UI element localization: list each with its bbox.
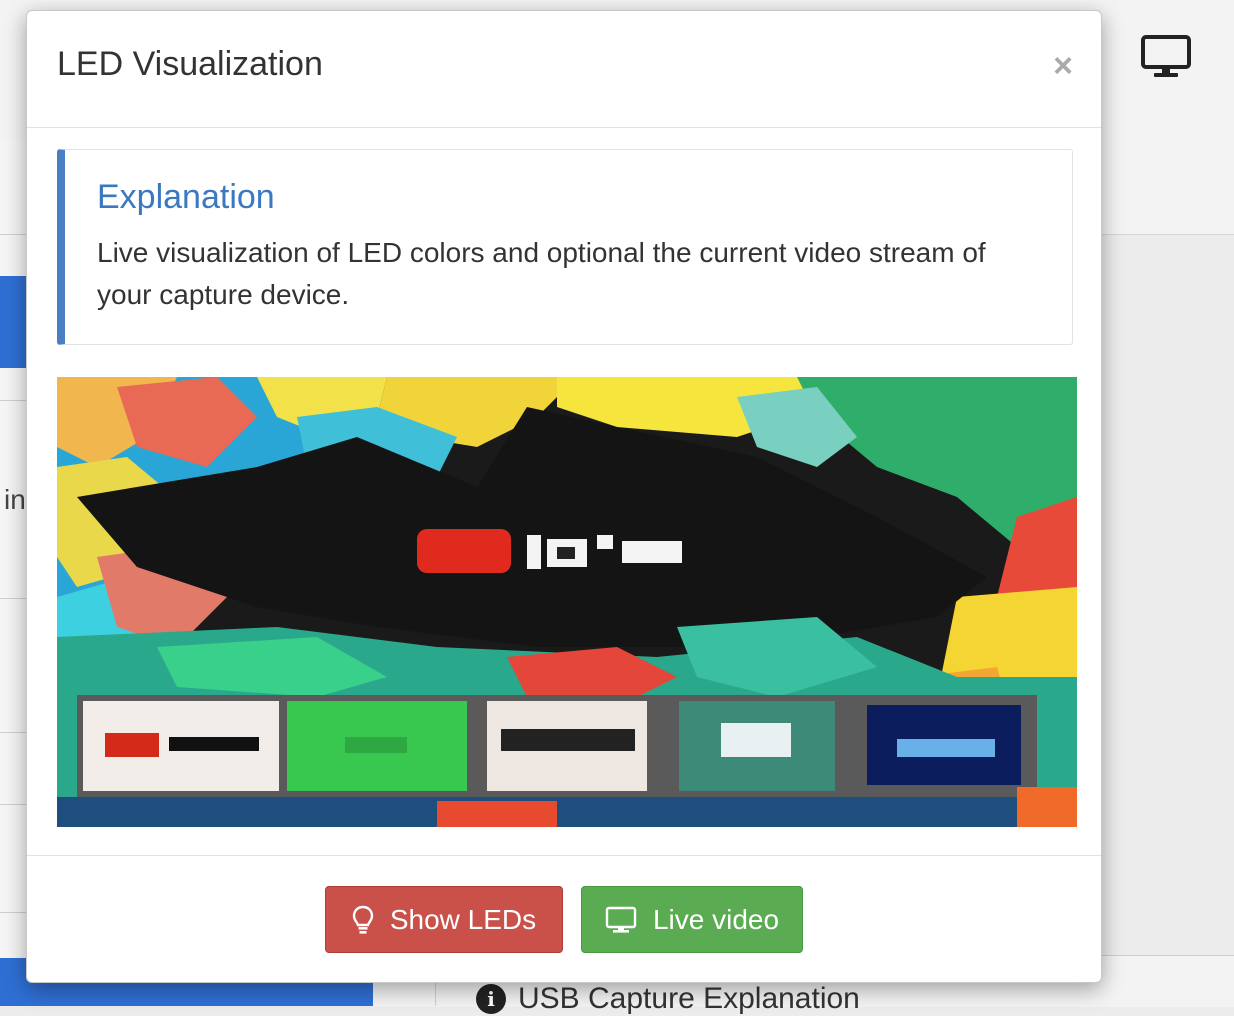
page-left-strip	[0, 140, 28, 1006]
modal-header: LED Visualization ×	[27, 11, 1101, 128]
page-right-panel	[1100, 140, 1234, 235]
page-divider	[0, 598, 28, 599]
info-circle-icon: i	[476, 984, 506, 1014]
usb-capture-explanation-title: USB Capture Explanation	[518, 982, 860, 1015]
led-visualization-modal: LED Visualization × Explanation Live vis…	[26, 10, 1102, 983]
modal-footer: Show LEDs Live video	[27, 855, 1101, 982]
show-leds-button[interactable]: Show LEDs	[325, 886, 563, 953]
page-divider	[0, 400, 28, 401]
explanation-text: Live visualization of LED colors and opt…	[97, 237, 986, 310]
modal-title: LED Visualization	[57, 45, 323, 83]
lightbulb-icon	[352, 905, 374, 935]
page-divider	[0, 912, 28, 913]
monitor-icon[interactable]	[1140, 34, 1192, 80]
page-divider	[0, 804, 28, 805]
page-truncated-text: in	[4, 484, 26, 515]
explanation-title: Explanation	[97, 178, 275, 216]
explanation-callout: Explanation Live visualization of LED co…	[57, 149, 1073, 345]
page-divider	[0, 732, 28, 733]
usb-capture-explanation-heading: i USB Capture Explanation	[476, 982, 860, 1016]
led-visualization-canvas	[57, 377, 1077, 827]
page-divider	[0, 234, 28, 235]
live-video-button[interactable]: Live video	[581, 886, 803, 953]
monitor-icon	[605, 906, 637, 934]
live-video-label: Live video	[652, 903, 780, 935]
page-active-nav-item[interactable]	[0, 276, 28, 368]
close-icon[interactable]: ×	[1053, 49, 1073, 83]
show-leds-label: Show LEDs	[389, 903, 537, 935]
